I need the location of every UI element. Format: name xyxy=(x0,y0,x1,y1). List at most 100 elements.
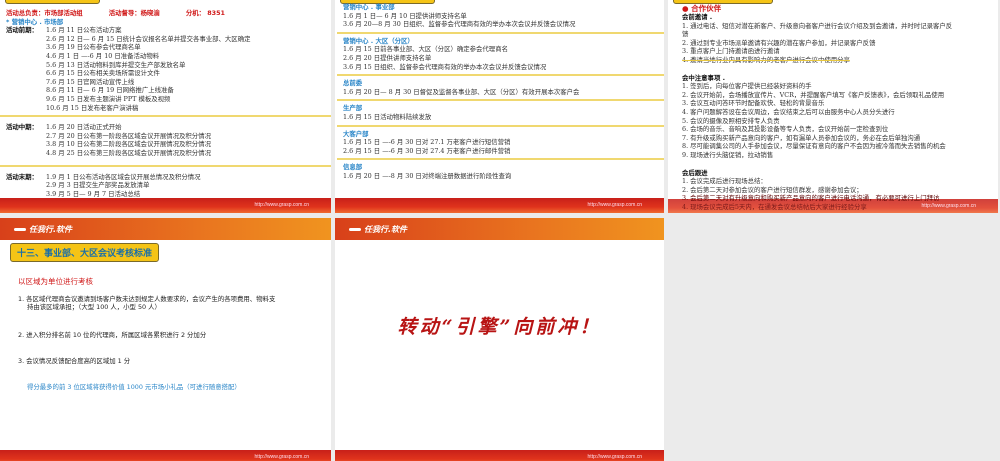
phase-row: 6.6 月 15 日公布相关卖场所需设计文件 xyxy=(6,69,325,78)
department-item: 1.6 月 20 日— 8 月 30 日督促及监督各事业部、大区（分区）有效开展… xyxy=(343,87,580,96)
footer-bar: http://www.grasp.com.cn xyxy=(335,450,664,461)
header-bar: 任我行.软件 xyxy=(335,218,664,240)
section-item: 3. 会议互动问答环节时配备欢快、轻松的背景音乐 xyxy=(682,99,825,108)
department-title: 生产部 xyxy=(343,104,363,113)
section-divider xyxy=(337,74,664,77)
slide-assessment: 任我行.软件 十三、事业部、大区会议考核标准 以区域为单位进行考核 1. 各区域… xyxy=(0,218,331,461)
partners-heading: ● 合作伙伴 xyxy=(682,4,722,13)
phase-label: 活动前期： xyxy=(6,26,38,35)
department-item: 3.6 月 20—8 月 30 日组织、监督参会代理商有效的举办本次会议并反馈会… xyxy=(343,20,576,29)
section-item: 3. 会后第二天对有升级意向和购买新产品意向的客户进行电话沟通，有必要可进行上门… xyxy=(682,194,940,203)
section-item: 1. 通过电话、短信对潜在新客户、升级意向者客户进行会议介绍及到会邀请，并时时记… xyxy=(682,21,953,30)
department-item: 1.6 月 15 日 —-6 月 30 日对 27.1 万老客户进行短信营销 xyxy=(343,138,511,147)
phase-item: 9.6 月 15 日发布主题演讲 PPT 模板及视频 xyxy=(46,94,171,103)
slide-schedule: 活动总负责：市场部活动组 活动督导：杨晓渝 分机： 8351 * 营销中心 . … xyxy=(0,0,331,213)
section-divider xyxy=(337,31,664,34)
section-item: 馈 xyxy=(682,30,689,39)
title-box-fragment xyxy=(5,0,100,4)
phase-label xyxy=(6,61,46,70)
footer-url: http://www.grasp.com.cn xyxy=(254,454,309,460)
department-item: 1.6 月 15 日活动物料陆续发放 xyxy=(343,112,432,121)
department-item: 3.6 月 15 日组织、监督参会代理商有效的举办本次会议并反馈会议情况 xyxy=(343,62,547,71)
slide-departments: 营销中心 . 事业部 1.6 月 1 日— 6 月 10 日提供讲师支持名单 3.6… xyxy=(335,0,664,213)
section-divider xyxy=(337,99,664,102)
extension: 分机： 8351 xyxy=(185,9,225,17)
footer-url: http://www.grasp.com.cn xyxy=(254,202,309,208)
slide-slogan: 任我行.软件 转动“引擎”向前冲！ http://www.grasp.com.c… xyxy=(335,218,664,461)
phase-item: 4.6 月 1 日 —-6 月 10 日准备活动物料 xyxy=(46,51,160,60)
section-item: 8. 尽可能调集公司的人手参加会议，尽量保证有意向的客户不会因为被冷落而失去销售… xyxy=(682,142,946,151)
phase-label xyxy=(6,43,46,52)
phase-item: 1.6 月 11 日公布活动方案 xyxy=(46,26,122,35)
department-title: 营销中心 . 事业部 xyxy=(343,3,395,11)
phase-label xyxy=(6,132,46,141)
phase-label xyxy=(6,78,46,87)
phase-item: 1.6 月 20 日活动正式开始 xyxy=(46,123,122,132)
phase-row: 3.9 月 5 日— 9 月 7 日活动总结 xyxy=(6,190,325,199)
slide-partners: ● 合作伙伴 会前邀请 . 1. 通过电话、短信对潜在新客户、升级意向者客户进行会… xyxy=(668,0,998,213)
slide-title: 十三、事业部、大区会议考核标准 xyxy=(10,243,160,262)
section-item: 1. 签到后，向每位客户提供已经装好资料的手 xyxy=(682,82,812,91)
phase-label xyxy=(6,95,46,104)
section-item: 4. 现场会议完成后5天内，在通发会议总结帖后大家进行经验分享 xyxy=(682,202,867,211)
section-item: 3. 重点客户上门持邀请函进行邀请 xyxy=(682,47,780,56)
section-title: 会前邀请 . xyxy=(682,13,713,21)
section-divider xyxy=(0,164,331,167)
department-item: 2.6 月 20 日提供讲师支持名单 xyxy=(343,53,432,62)
phase-row: 9.6 月 15 日发布主题演讲 PPT 模板及视频 xyxy=(6,95,325,104)
phase-label xyxy=(6,104,46,113)
department-title: 信息部 xyxy=(343,163,363,172)
phase-item: 6.6 月 15 日公布相关卖场所需设计文件 xyxy=(46,69,160,78)
phase-list: 活动前期： 1.6 月 11 日公布活动方案 2.6 月 12 日— 6 月 15 … xyxy=(0,26,331,199)
department-title: 大客户部 xyxy=(343,129,369,138)
department-item: 2.6 月 15 日 —-6 月 30 日对 27.4 万老客户进行邮件营销 xyxy=(343,146,511,155)
phase-label xyxy=(6,69,46,78)
phase-label xyxy=(6,35,46,44)
section-item: 6. 会场的音乐、音响及其投影设备等专人负责，会议开始前一定检查到位 xyxy=(682,125,889,134)
reward-note: 得分最多的前 3 位区域将获得价值 1000 元市场小礼品（可进行随意搭配） xyxy=(27,383,241,391)
footer-bar: http://www.grasp.com.cn xyxy=(0,198,331,213)
phase-row: 3.6 月 19 日公布参会代理商名单 xyxy=(6,43,325,52)
phase-item: 3.8 月 10 日公布第二阶段各区域会议开展情况及积分情况 xyxy=(46,140,211,149)
phase-item: 8.6 月 11 日— 6 月 19 日网络推广上线准备 xyxy=(46,86,174,95)
section-item: 5. 会议的摄像及照相安排专人负责 xyxy=(682,116,780,125)
logo: 任我行.软件 xyxy=(14,224,72,235)
phase-item: 1.9 月 1 日公布活动各区域会议开展总情况及积分情况 xyxy=(46,172,201,181)
section-item: 4. 客户问题解答设在会议周边，会议结束之后可以由服务中心人员分头进行 xyxy=(682,107,895,116)
assessment-subtitle: 以区域为单位进行考核 xyxy=(18,277,93,286)
department-item: 1.6 月 20 日 —-8 月 30 日对终端注册数据进行阶段性查询 xyxy=(343,171,512,180)
phase-item: 3.6 月 19 日公布参会代理商名单 xyxy=(46,43,141,52)
section-item: 1. 会议完成后进行现场总结： xyxy=(682,177,767,186)
footer-url: http://www.grasp.com.cn xyxy=(587,454,642,460)
department-list: 营销中心 . 事业部 1.6 月 1 日— 6 月 10 日提供讲师支持名单 3.6… xyxy=(337,3,664,181)
section-title: 会中注意事项 . xyxy=(682,73,725,82)
phase-row: 8.6 月 11 日— 6 月 19 日网络推广上线准备 xyxy=(6,86,325,95)
phase-label xyxy=(6,86,46,95)
phase-item: 2.9 月 3 日提交生产部奖品发放清单 xyxy=(46,181,150,190)
phase-label: 活动中期： xyxy=(6,123,38,132)
phase-row: 3.8 月 10 日公布第二阶段各区域会议开展情况及积分情况 xyxy=(6,140,325,149)
activity-leader: 活动总负责：市场部活动组 xyxy=(6,9,83,17)
department-item: 1.6 月 15 日前各事业部、大区（分区）确定参会代理商名 xyxy=(343,45,508,54)
section-item: 4. 邀请当地行业内具有影响力的老客户进行会议中使用分享 xyxy=(682,55,850,64)
phase-label xyxy=(6,52,46,61)
section-item: 9. 现场进行头脑促销，拉动销售 xyxy=(682,150,774,159)
section-item: 2. 会后第二天对参加会议的客户进行短信群发，感谢参加会议； xyxy=(682,185,863,194)
footer-url: http://www.grasp.com.cn xyxy=(587,202,642,208)
phase-row: 活动末期： 1.9 月 1 日公布活动各区域会议开展总情况及积分情况 xyxy=(6,173,325,182)
phase-row: 4.8 月 25 日公布第三阶段各区域会议开展情况及积分情况 xyxy=(6,149,325,158)
phase-row: 5.6 月 13 日活动物料到库并提交生产部发放名单 xyxy=(6,61,325,70)
phase-item: 10.6 月 15 日发布老客户演讲稿 xyxy=(46,103,139,112)
partner-sections: 会前邀请 . 1. 通过电话、短信对潜在新客户、升级意向者客户进行会议介绍及到会邀… xyxy=(682,13,994,211)
logo: 任我行.软件 xyxy=(349,224,407,235)
section-title: 会后跟进 xyxy=(682,168,708,177)
phase-item: 5.6 月 13 日活动物料到库并提交生产部发放名单 xyxy=(46,60,186,69)
assessment-item-cont: 持由该区域承担；（大型 100 人，小型 50 人） xyxy=(27,303,161,311)
assessment-item: 3. 会议情况反馈配合度高的区域加 1 分 xyxy=(18,357,131,365)
department-item: 1.6 月 1 日— 6 月 10 日提供讲师支持名单 xyxy=(343,11,467,20)
phase-row: 活动前期： 1.6 月 11 日公布活动方案 xyxy=(6,26,325,35)
phase-row: 活动中期： 1.6 月 20 日活动正式开始 xyxy=(6,123,325,132)
phase-label xyxy=(6,149,46,158)
phase-label xyxy=(6,190,46,199)
header-bar: 任我行.软件 xyxy=(0,218,331,240)
